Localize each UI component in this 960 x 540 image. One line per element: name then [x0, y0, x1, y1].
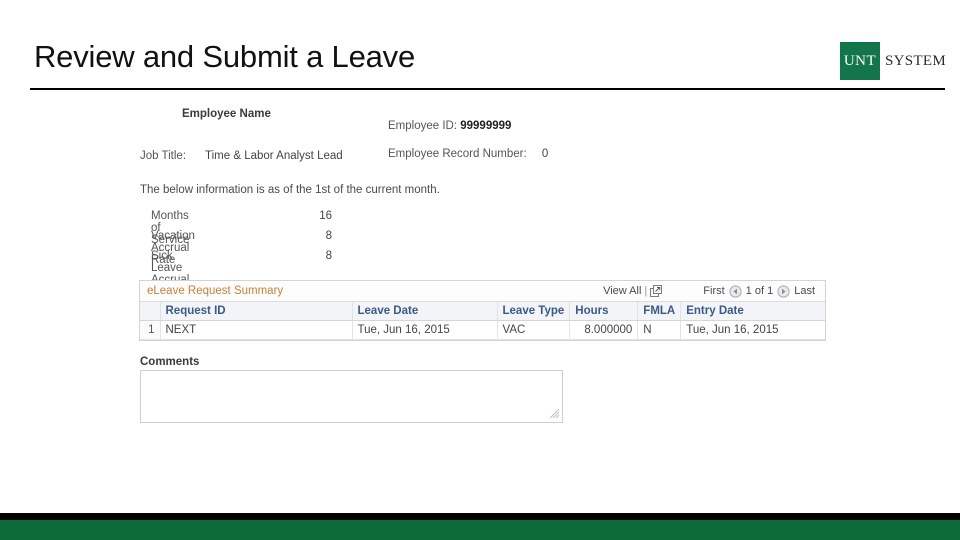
- view-all-link[interactable]: View All: [603, 285, 641, 297]
- comments-label: Comments: [140, 356, 200, 368]
- accrual-value: 8: [325, 230, 332, 242]
- employee-id-label: Employee ID:: [388, 120, 458, 132]
- cell-leave-type: VAC: [497, 320, 571, 340]
- column-header-request-id[interactable]: Request ID: [160, 302, 353, 321]
- column-header-hours[interactable]: Hours: [569, 302, 639, 321]
- unt-logo-mark: UNT: [840, 42, 881, 80]
- separator-pipe: |: [644, 285, 648, 297]
- pager-last-label[interactable]: Last: [794, 285, 815, 297]
- column-header-entry-date[interactable]: Entry Date: [680, 302, 825, 321]
- job-title-value: Time & Labor Analyst Lead: [205, 150, 343, 162]
- employee-record-number-value: 0: [541, 148, 549, 160]
- employee-name-label: Employee Name: [182, 108, 271, 120]
- cell-rownum: 1: [140, 320, 161, 340]
- peoplesoft-screen: Employee Name Employee ID: 99999999 Job …: [0, 96, 960, 540]
- footer-green-bar: [0, 520, 960, 540]
- pager-first-label[interactable]: First: [703, 285, 724, 297]
- pager-position: 1 of 1: [745, 285, 774, 297]
- page-title: Review and Submit a Leave: [34, 39, 416, 74]
- unt-logo-text: UNT: [843, 52, 877, 69]
- employee-id-row: Employee ID: 99999999: [388, 120, 511, 132]
- unt-logo-wordmark: SYSTEM: [885, 52, 946, 69]
- column-header-rownum: [140, 302, 161, 321]
- next-arrow-icon[interactable]: [777, 284, 790, 298]
- cell-request-id: NEXT: [160, 320, 353, 340]
- accrual-value: 8: [325, 250, 332, 262]
- table-header-row: Request ID Leave Date Leave Type Hours F…: [140, 302, 825, 321]
- column-header-fmla[interactable]: FMLA: [637, 302, 682, 321]
- unt-system-logo: UNT SYSTEM: [840, 42, 946, 80]
- column-header-leave-date[interactable]: Leave Date: [352, 302, 498, 321]
- grid-pager: First 1 of 1 Last: [703, 284, 815, 298]
- cell-entry-date: Tue, Jun 16, 2015: [680, 320, 825, 340]
- table-row: 1 NEXT Tue, Jun 16, 2015 VAC 8.000000 N …: [140, 320, 825, 340]
- header-divider: [30, 88, 945, 90]
- employee-record-number-label: Employee Record Number:: [388, 148, 527, 160]
- job-title-label: Job Title:: [140, 150, 187, 162]
- external-link-icon[interactable]: [650, 284, 663, 298]
- cell-fmla: N: [637, 320, 682, 340]
- eleave-request-summary-grid: eLeave Request Summary View All | First …: [139, 280, 826, 341]
- cell-leave-date: Tue, Jun 16, 2015: [352, 320, 498, 340]
- previous-arrow-icon[interactable]: [729, 284, 742, 298]
- grid-title: eLeave Request Summary: [147, 285, 284, 297]
- leave-requests-table: Request ID Leave Date Leave Type Hours F…: [140, 302, 825, 340]
- grid-titlebar: eLeave Request Summary View All | First …: [140, 281, 825, 302]
- accrual-value: 16: [319, 210, 332, 222]
- employee-record-number-row: Employee Record Number: 0: [388, 148, 548, 160]
- cell-hours: 8.000000: [569, 320, 639, 340]
- employee-id-value: 99999999: [460, 120, 512, 132]
- slide-page: Review and Submit a Leave UNT SYSTEM Emp…: [0, 0, 960, 540]
- footer-black-bar: [0, 513, 960, 520]
- column-header-leave-type[interactable]: Leave Type: [497, 302, 571, 321]
- comments-input[interactable]: [140, 370, 563, 423]
- accrual-note: The below information is as of the 1st o…: [140, 184, 440, 196]
- view-all-group: View All |: [603, 284, 663, 298]
